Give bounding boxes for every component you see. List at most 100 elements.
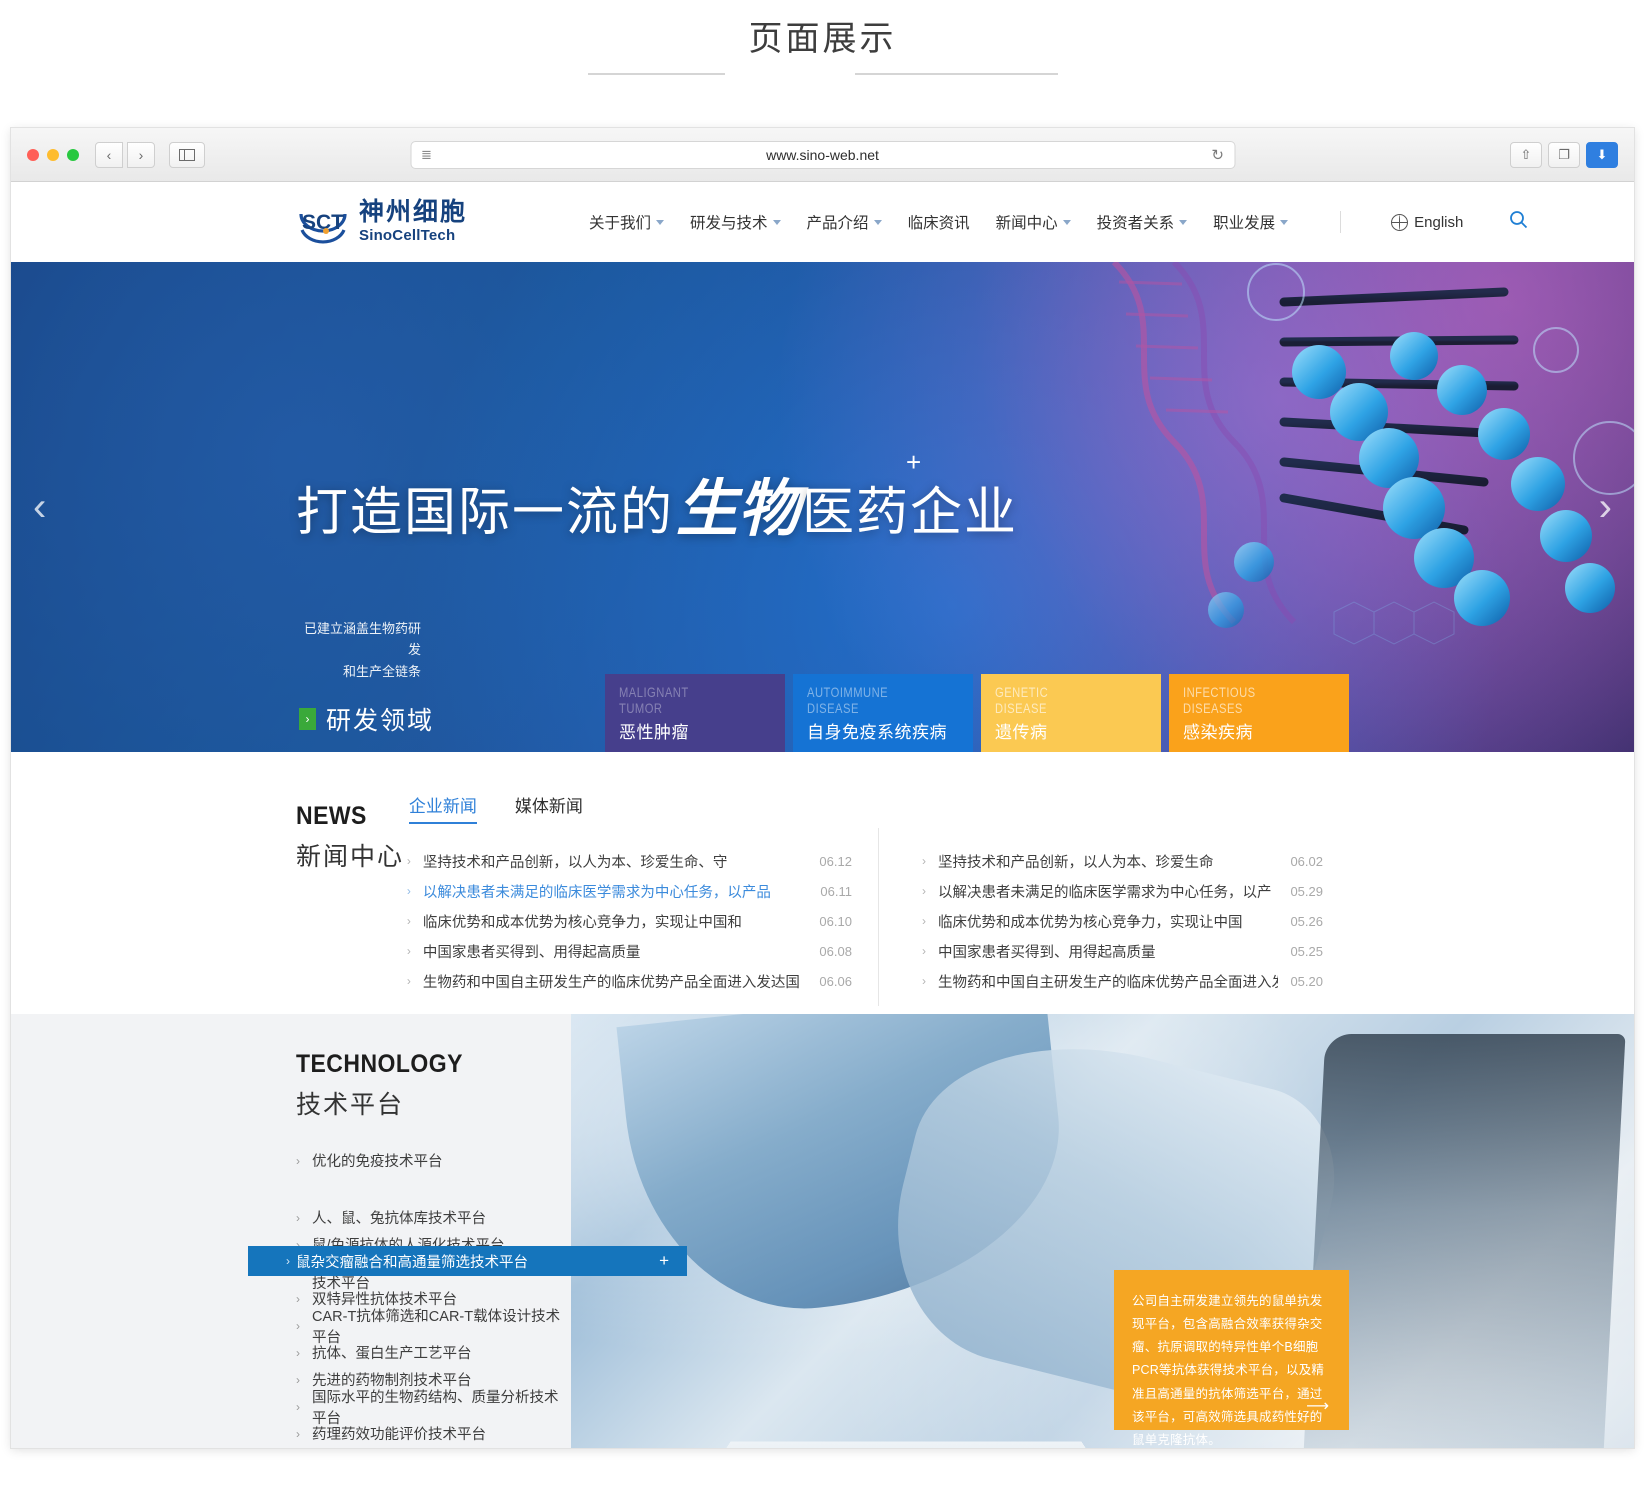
navigation-buttons[interactable]: ‹ › <box>95 141 155 168</box>
logo-text-en: SinoCellTech <box>359 226 456 244</box>
nav-label: 研发与技术 <box>690 215 768 232</box>
search-icon <box>1510 211 1528 229</box>
tab-media-news[interactable]: 媒体新闻 <box>515 792 583 824</box>
tech-item-6[interactable]: › CAR-T抗体筛选和CAR-T载体设计技术平台 <box>296 1309 571 1346</box>
tabs-button[interactable]: ❐ <box>1548 141 1580 168</box>
news-item[interactable]: › 以解决患者未满足的临床医学需求为中心任务，以产 05.29 <box>922 876 1323 906</box>
arrow-right-icon[interactable]: ⟶ <box>1306 1396 1329 1416</box>
chevron-down-icon <box>772 219 781 225</box>
hero-title-brush: 生物 <box>676 476 801 544</box>
main-navigation[interactable]: 关于我们 研发与技术 产品介绍 临床资讯 新闻中心 投资者关系 职业发展 Eng… <box>589 210 1528 234</box>
hero-next-arrow[interactable]: › <box>1599 487 1612 527</box>
page-title: 页面展示 <box>748 20 897 58</box>
plus-icon[interactable]: + <box>659 1251 669 1271</box>
news-item[interactable]: › 坚持技术和产品创新，以人为本、珍爱生命 06.02 <box>922 846 1323 876</box>
forward-button[interactable]: › <box>127 141 155 168</box>
share-button[interactable]: ⇧ <box>1510 141 1542 168</box>
news-item-date: 05.25 <box>1290 943 1323 959</box>
nav-divider <box>1340 211 1342 233</box>
news-item-title: 临床优势和成本优势为核心竞争力，实现让中国和 <box>422 914 742 931</box>
chevron-right-icon: › <box>406 854 411 868</box>
tile-en-label: MALIGNANT TUMOR <box>619 684 689 716</box>
nav-item-products[interactable]: 产品介绍 <box>807 211 882 233</box>
hero-prev-arrow[interactable]: ‹ <box>33 487 46 527</box>
maximize-window-button[interactable] <box>67 148 79 161</box>
nav-item-clinical[interactable]: 临床资讯 <box>908 211 970 233</box>
news-columns: › 坚持技术和产品创新，以人为本、珍爱生命、守 06.12 › 以解决患者未满足… <box>407 828 1349 1006</box>
news-item-title: 以解决患者未满足的临床医学需求为中心任务，以产 <box>937 884 1272 901</box>
hero-title-part1: 打造国际一流的 <box>296 484 675 542</box>
chevron-right-icon: › <box>921 914 926 928</box>
toolbar-right-actions[interactable]: ⇧ ❐ ⬇ <box>1510 141 1618 168</box>
tech-item-9[interactable]: › 国际水平的生物药结构、质量分析技术平台 <box>296 1390 571 1427</box>
news-item-date: 05.26 <box>1290 913 1323 929</box>
tile-malignant-tumor[interactable]: MALIGNANT TUMOR 恶性肿瘤 <box>605 674 785 752</box>
news-item[interactable]: › 中国家患者买得到、用得起高质量 05.25 <box>922 936 1323 966</box>
back-button[interactable]: ‹ <box>95 141 123 168</box>
news-item[interactable]: › 临床优势和成本优势为核心竞争力，实现让中国 05.26 <box>922 906 1323 936</box>
reload-icon[interactable]: ↻ <box>1211 146 1224 164</box>
nav-item-rd[interactable]: 研发与技术 <box>690 211 781 233</box>
chevron-right-icon: › <box>296 1153 300 1168</box>
news-tabs[interactable]: 企业新闻 媒体新闻 <box>407 792 1349 824</box>
tile-genetic-disease[interactable]: GENETIC DISEASE 遗传病 <box>981 674 1161 752</box>
hero-title-part2: 医药企业 <box>802 484 1019 542</box>
technology-description-text: 公司自主研发建立领先的鼠单抗发现平台，包含高融合效率获得杂交瘤、抗原调取的特异性… <box>1132 1294 1325 1447</box>
tech-item-label: CAR-T抗体筛选和CAR-T载体设计技术平台 <box>312 1308 561 1346</box>
chevron-right-icon: › <box>296 1318 300 1333</box>
news-heading: NEWS 新闻中心 <box>296 792 407 1014</box>
tech-item-0[interactable]: › 优化的免疫技术平台 <box>296 1147 571 1174</box>
nav-label: 关于我们 <box>589 215 652 232</box>
hero-subnote-line2: 和生产全链条 <box>342 663 421 679</box>
reader-view-icon[interactable]: ≣ <box>421 148 432 161</box>
disease-category-tiles[interactable]: MALIGNANT TUMOR 恶性肿瘤 AUTOIMMUNE DISEASE … <box>605 674 1349 752</box>
tab-corporate-news[interactable]: 企业新闻 <box>408 792 477 824</box>
language-switcher[interactable]: English <box>1391 213 1463 231</box>
close-window-button[interactable] <box>27 148 39 161</box>
tech-item-label: 优化的免疫技术平台 <box>312 1154 443 1170</box>
sidebar-icon <box>179 148 195 161</box>
tech-item-label: 鼠杂交瘤融合和高通量筛选技术平台 <box>296 1254 528 1271</box>
news-item[interactable]: › 生物药和中国自主研发生产的临床优势产品全面进入发 05.20 <box>922 966 1323 996</box>
chevron-right-icon: › <box>921 854 926 868</box>
news-item[interactable]: › 临床优势和成本优势为核心竞争力，实现让中国和 06.10 <box>407 906 852 936</box>
rd-field-link[interactable]: › 研发领域 <box>299 701 434 737</box>
nav-item-news[interactable]: 新闻中心 <box>996 211 1071 233</box>
sidebar-toggle-button[interactable] <box>169 141 205 168</box>
address-bar[interactable]: ≣ www.sino-web.net ↻ <box>410 140 1235 169</box>
chevron-right-icon: › <box>286 1254 290 1268</box>
sample-tray <box>691 1441 1121 1448</box>
site-logo[interactable]: SCT 神州细胞 SinoCellTech <box>296 200 467 244</box>
chevron-down-icon <box>873 219 882 225</box>
tech-item-11[interactable]: › 药物代谢、免疫原性评价技术平台 <box>296 1447 571 1448</box>
window-controls[interactable] <box>27 148 79 161</box>
tech-item-1-active[interactable]: › 鼠杂交瘤融合和高通量筛选技术平台 + <box>248 1246 687 1276</box>
page-header: 页面展示 <box>0 0 1645 120</box>
news-item-date: 06.06 <box>819 973 852 989</box>
news-item[interactable]: › 中国家患者买得到、用得起高质量 06.08 <box>407 936 852 966</box>
tile-cn-label: 感染疾病 <box>1183 723 1253 742</box>
news-item-title: 中国家患者买得到、用得起高质量 <box>937 944 1156 961</box>
tile-infectious-diseases[interactable]: INFECTIOUS DISEASES 感染疾病 <box>1169 674 1349 752</box>
search-button[interactable] <box>1509 210 1528 234</box>
nav-label: 职业发展 <box>1213 215 1276 232</box>
nav-item-about[interactable]: 关于我们 <box>589 211 665 233</box>
tile-autoimmune-disease[interactable]: AUTOIMMUNE DISEASE 自身免疫系统疾病 <box>793 674 973 752</box>
tech-item-2[interactable]: › 人、鼠、兔抗体库技术平台 <box>296 1204 571 1231</box>
news-item-title: 坚持技术和产品创新，以人为本、珍爱生命 <box>937 854 1214 871</box>
nav-item-careers[interactable]: 职业发展 <box>1213 211 1289 233</box>
download-button[interactable]: ⬇ <box>1586 141 1618 168</box>
news-item-date: 06.08 <box>819 943 852 959</box>
news-item[interactable]: › 以解决患者未满足的临床医学需求为中心任务，以产品 06.11 <box>407 876 852 906</box>
rd-field-label: 研发领域 <box>326 707 435 735</box>
nav-label: 产品介绍 <box>806 215 869 232</box>
news-item-date: 06.02 <box>1290 853 1323 869</box>
news-item[interactable]: › 坚持技术和产品创新，以人为本、珍爱生命、守 06.12 <box>407 846 852 876</box>
chevron-right-icon: › <box>296 1426 300 1441</box>
minimize-window-button[interactable] <box>47 148 59 161</box>
news-item[interactable]: › 生物药和中国自主研发生产的临床优势产品全面进入发达国 06.06 <box>407 966 852 996</box>
chevron-right-icon: › <box>406 974 411 988</box>
nav-item-investors[interactable]: 投资者关系 <box>1097 211 1188 233</box>
news-item-title: 生物药和中国自主研发生产的临床优势产品全面进入发达国 <box>422 974 800 991</box>
tech-item-label: 国际水平的生物药结构、质量分析技术平台 <box>312 1389 559 1427</box>
